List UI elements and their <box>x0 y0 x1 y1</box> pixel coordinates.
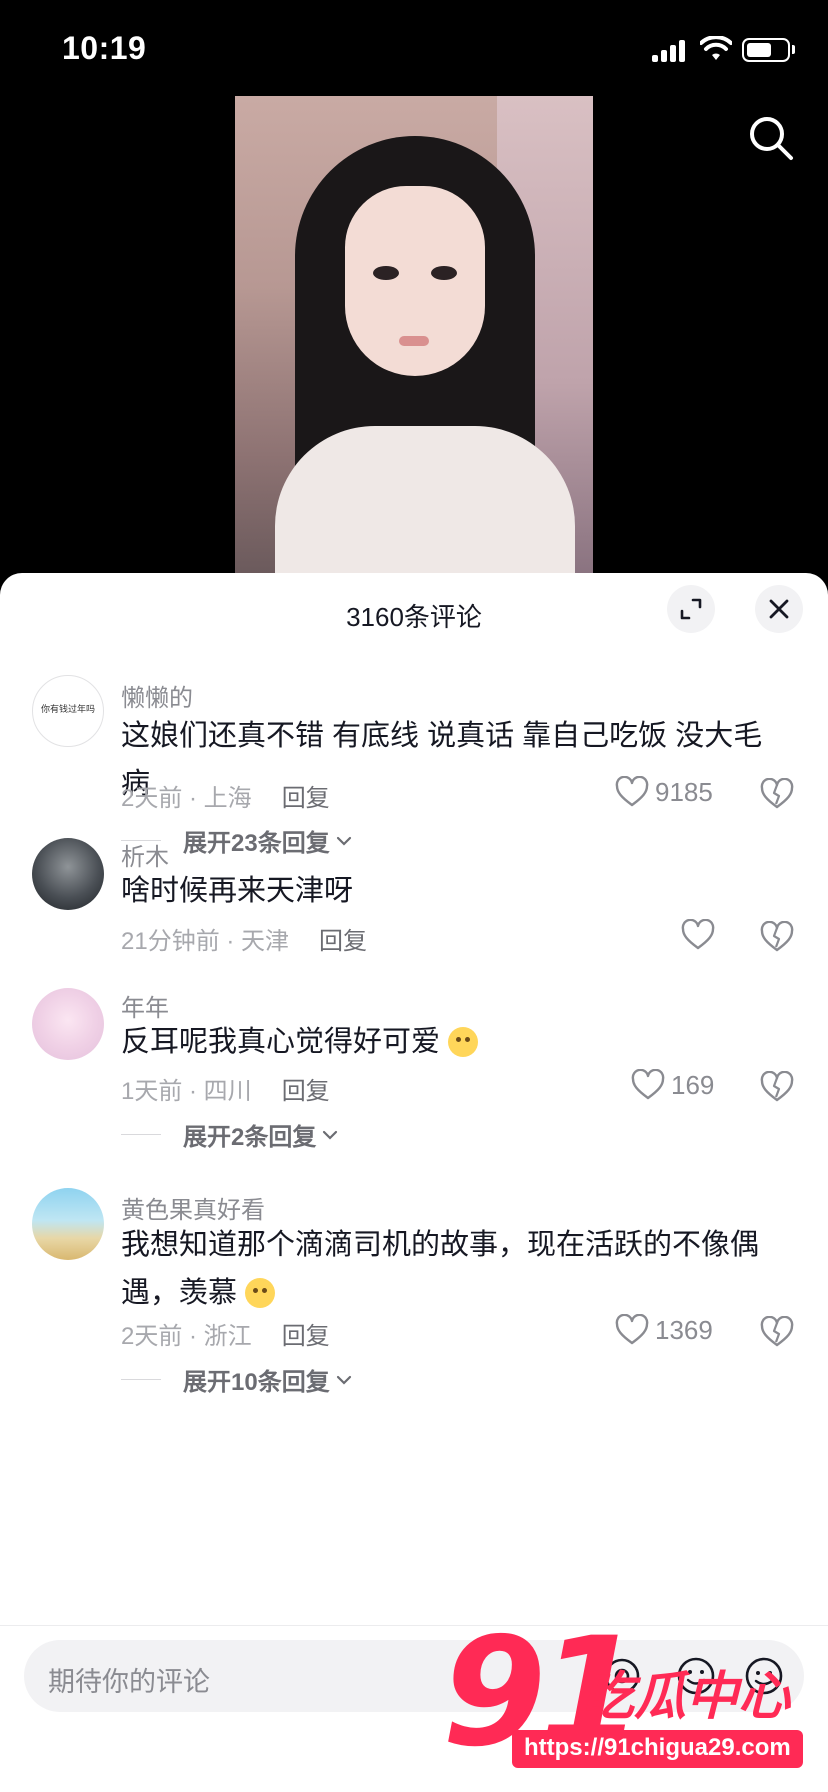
video-shirt <box>275 426 575 574</box>
video-eye <box>373 266 399 280</box>
like-button[interactable]: 169 <box>631 1069 714 1101</box>
comment-sheet: 3160条评论 你有钱过年吗 懒懒的 这娘们还真不错 有底线 说真话 靠自己吃饭… <box>0 573 828 1792</box>
expand-button[interactable] <box>667 585 715 633</box>
broken-heart-icon[interactable] <box>760 1071 794 1103</box>
comment-time-location: 2天前 · 浙江 <box>121 1323 252 1350</box>
comment-meta: 2天前 · 浙江 回复 <box>121 1316 330 1351</box>
comment-input-placeholder: 期待你的评论 <box>48 1667 210 1697</box>
avatar[interactable]: 你有钱过年吗 <box>32 675 104 747</box>
divider <box>121 1379 161 1380</box>
watermark: 91 吃瓜中心 https://91chigua29.com <box>442 1618 822 1788</box>
wifi-icon <box>700 36 732 60</box>
reply-button[interactable]: 回复 <box>319 928 367 955</box>
comment-text: 啥时候再来天津呀 <box>121 875 354 907</box>
like-count: 1369 <box>655 1314 713 1345</box>
broken-heart-icon[interactable] <box>760 778 794 810</box>
broken-heart-icon[interactable] <box>760 921 794 953</box>
like-count: 169 <box>671 1069 715 1100</box>
chevron-down-icon <box>336 836 351 846</box>
like-button[interactable]: 9185 <box>615 776 713 808</box>
like-button[interactable]: 1369 <box>615 1314 713 1346</box>
close-icon <box>769 599 789 619</box>
watermark-url: https://91chigua29.com <box>512 1730 803 1768</box>
avatar[interactable] <box>32 988 104 1060</box>
video-face <box>345 186 485 376</box>
broken-heart-icon[interactable] <box>760 1316 794 1348</box>
comment-username[interactable]: 懒懒的 <box>121 678 193 713</box>
divider <box>121 1134 161 1135</box>
reply-button[interactable]: 回复 <box>282 785 330 812</box>
expand-replies-button[interactable]: 展开2条回复 <box>121 1117 338 1152</box>
like-button[interactable] <box>681 919 721 951</box>
comment-time-location: 21分钟前 · 天津 <box>121 928 290 955</box>
chevron-down-icon <box>323 1130 338 1140</box>
battery-icon <box>742 38 790 62</box>
status-bar: 10:19 <box>0 0 828 96</box>
comment-username[interactable]: 黄色果真好看 <box>121 1190 265 1225</box>
comment-meta: 1天前 · 四川 回复 <box>121 1071 330 1106</box>
emoji-icon <box>448 1027 479 1057</box>
comment-text-body: 反耳呢我真心觉得好可爱 <box>121 1026 441 1058</box>
like-count: 9185 <box>655 776 713 807</box>
expand-replies-label: 展开23条回复 <box>183 830 330 857</box>
status-time: 10:19 <box>62 30 147 66</box>
heart-icon <box>615 776 649 807</box>
video-lips <box>399 336 429 346</box>
comment-meta: 21分钟前 · 天津 回复 <box>121 921 367 956</box>
avatar[interactable] <box>32 838 104 910</box>
close-button[interactable] <box>755 585 803 633</box>
expand-replies-label: 展开10条回复 <box>183 1369 330 1396</box>
heart-icon <box>681 919 715 950</box>
video-player[interactable] <box>235 96 593 574</box>
reply-button[interactable]: 回复 <box>282 1078 330 1105</box>
comment-meta: 2天前 · 上海 回复 <box>121 778 330 813</box>
expand-replies-label: 展开2条回复 <box>183 1124 317 1151</box>
watermark-text: 吃瓜中心 <box>582 1668 791 1726</box>
emoji-icon <box>245 1278 276 1308</box>
heart-icon <box>615 1314 649 1345</box>
search-icon[interactable] <box>746 113 796 163</box>
comment-text-body: 我想知道那个滴滴司机的故事，现在活跃的不像偶遇，羡慕 <box>121 1229 760 1309</box>
heart-icon <box>631 1069 665 1100</box>
avatar[interactable] <box>32 1188 104 1260</box>
expand-replies-button[interactable]: 展开10条回复 <box>121 1362 352 1397</box>
expand-icon <box>680 598 702 620</box>
avatar-text: 你有钱过年吗 <box>40 704 95 714</box>
comment-time-location: 2天前 · 上海 <box>121 785 252 812</box>
chevron-down-icon <box>336 1375 351 1385</box>
comment-time-location: 1天前 · 四川 <box>121 1078 252 1105</box>
comment-text: 反耳呢我真心觉得好可爱 <box>121 1018 781 1066</box>
comment-text: 我想知道那个滴滴司机的故事，现在活跃的不像偶遇，羡慕 <box>121 1221 781 1317</box>
battery-cap <box>792 45 795 54</box>
video-eye <box>431 266 457 280</box>
signal-icon <box>652 40 686 62</box>
reply-button[interactable]: 回复 <box>282 1323 330 1350</box>
